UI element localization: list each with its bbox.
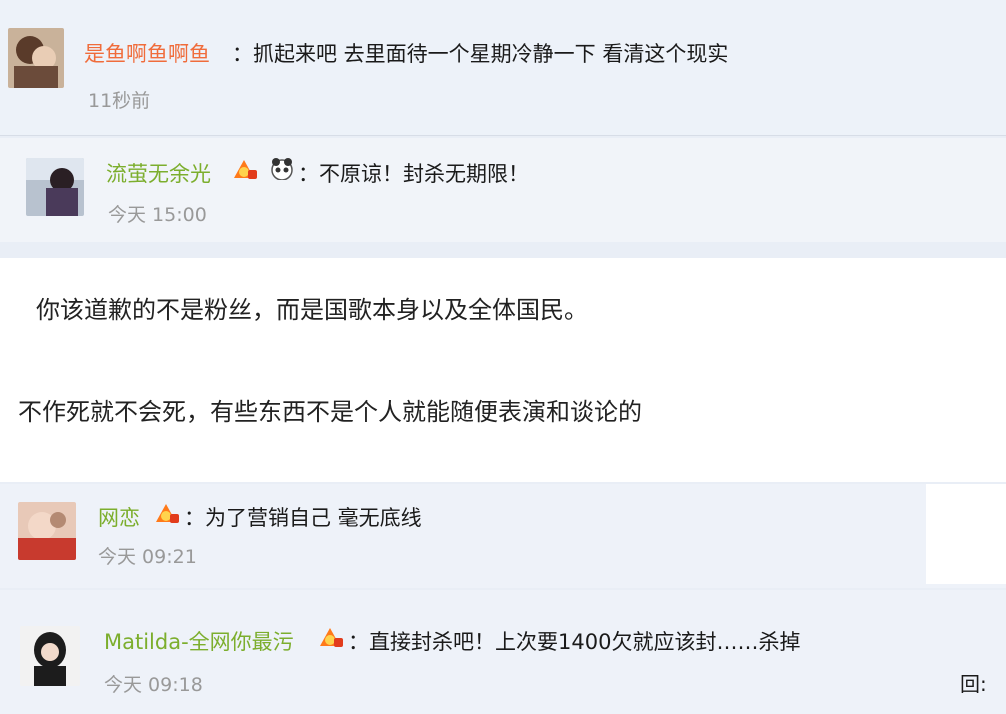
- comment-item: 网恋 ：为了营销自己 毫无底线 今天 09:21: [0, 484, 1006, 588]
- username[interactable]: 流萤无余光: [106, 158, 211, 188]
- comment-item: 是鱼啊鱼啊鱼 ：抓起来吧 去里面待一个星期冷静一下 看清这个现实 11秒前: [0, 0, 1006, 136]
- comment-text: ：不原谅！封杀无期限！: [298, 162, 529, 186]
- username[interactable]: 是鱼啊鱼啊鱼: [84, 38, 210, 68]
- timestamp: 今天 09:21: [98, 546, 197, 568]
- divider: [970, 338, 1006, 448]
- comment-item: 流萤无余光 ：不原谅！封杀无期限！ 今天 15:00: [0, 138, 1006, 242]
- divider: [926, 484, 1006, 584]
- avatar[interactable]: [18, 502, 76, 560]
- vip-badge-icon: [152, 502, 180, 524]
- timestamp: 11秒前: [88, 90, 151, 112]
- vip-badge-icon: [316, 626, 344, 648]
- timestamp: 今天 15:00: [108, 204, 207, 226]
- article-line: 不作死就不会死，有些东西不是个人就能随便表演和谈论的: [18, 398, 642, 426]
- comment-text: ：直接封杀吧！上次要1400欠就应该封……杀掉: [348, 630, 801, 654]
- comment-item: Matilda-全网你最污 ：直接封杀吧！上次要1400欠就应该封……杀掉 今天…: [0, 590, 1006, 714]
- article-block: 你该道歉的不是粉丝，而是国歌本身以及全体国民。 不作死就不会死，有些东西不是个人…: [0, 258, 1006, 482]
- avatar[interactable]: [26, 158, 84, 216]
- comment-text: ：为了营销自己 毫无底线: [184, 506, 422, 530]
- avatar[interactable]: [8, 28, 64, 88]
- comment-text: ：抓起来吧 去里面待一个星期冷静一下 看清这个现实: [232, 42, 729, 66]
- username[interactable]: 网恋: [98, 502, 140, 532]
- avatar[interactable]: [20, 626, 80, 686]
- username[interactable]: Matilda-全网你最污: [104, 626, 294, 656]
- timestamp: 今天 09:18: [104, 674, 203, 696]
- article-line: 你该道歉的不是粉丝，而是国歌本身以及全体国民。: [36, 296, 588, 324]
- vip-badge-icon: [230, 158, 258, 180]
- panda-icon: [268, 158, 296, 181]
- reply-button[interactable]: 回:: [960, 668, 987, 697]
